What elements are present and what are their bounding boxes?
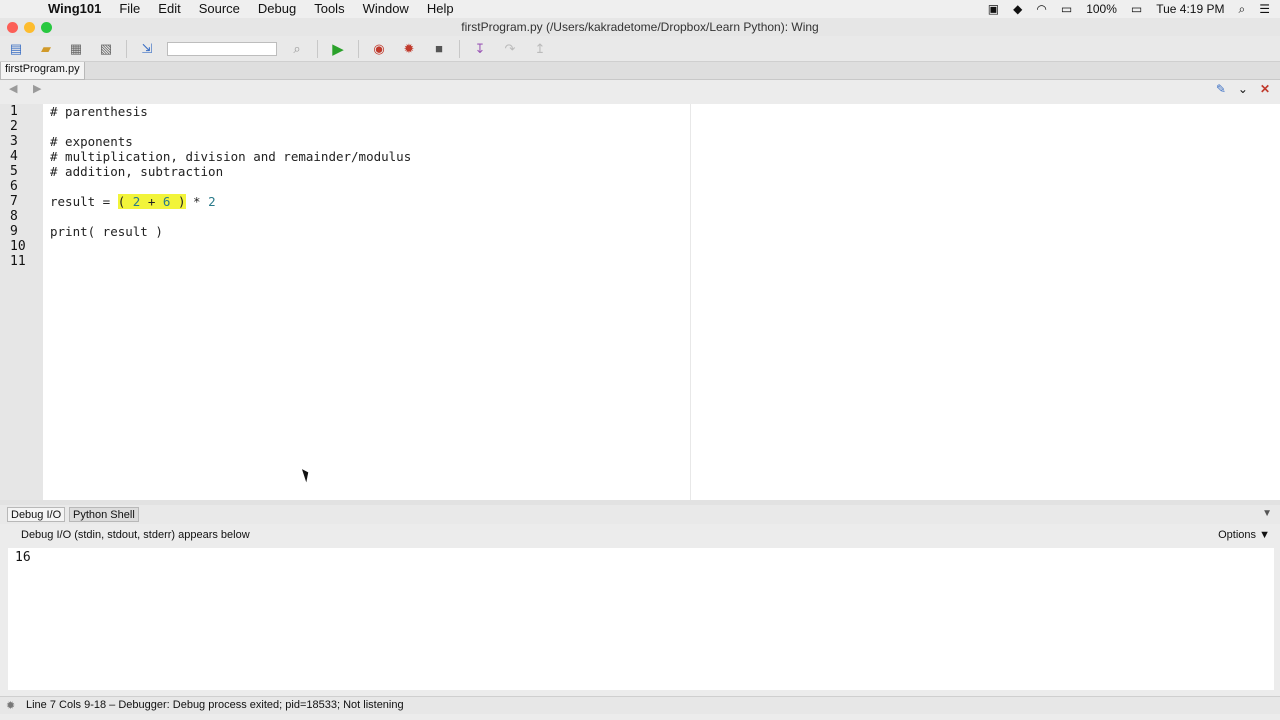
toolbar-separator xyxy=(358,39,359,58)
program-output: 16 xyxy=(15,550,31,565)
mouse-pointer-icon xyxy=(301,467,312,483)
menu-debug[interactable]: Debug xyxy=(249,0,305,18)
save-all-icon[interactable]: ▧ xyxy=(96,39,116,59)
window-titlebar: firstProgram.py (/Users/kakradetome/Drop… xyxy=(0,18,1280,36)
menu-window[interactable]: Window xyxy=(354,0,418,18)
toolbar-separator xyxy=(459,39,460,58)
window-title: firstProgram.py (/Users/kakradetome/Drop… xyxy=(461,20,819,34)
main-toolbar: ▤ ▰ ▦ ▧ ⇲ ⌕ ▶ ◉ ✹ ■ ↧ ↷ ↥ xyxy=(0,36,1280,62)
status-message: Line 7 Cols 9-18 – Debugger: Debug proce… xyxy=(26,699,404,711)
tool-tab-bar: Debug I/O Python Shell ▼ xyxy=(0,505,1280,524)
tab-debug-io[interactable]: Debug I/O xyxy=(7,507,66,522)
code-token: result = xyxy=(50,194,118,209)
back-arrow-icon[interactable]: ◀ xyxy=(9,82,17,95)
options-label: Options xyxy=(1218,529,1257,541)
editor-nav-bar: ◀ ▶ ✎ ⌄ ✕ xyxy=(0,80,1280,100)
tab-python-shell[interactable]: Python Shell xyxy=(69,507,139,522)
system-menubar: Wing101 File Edit Source Debug Tools Win… xyxy=(0,0,1280,18)
display-icon[interactable]: ▭ xyxy=(1061,2,1072,16)
code-token: ) xyxy=(170,194,186,209)
line-number: 2 xyxy=(10,119,18,134)
toolbar-separator xyxy=(317,39,318,58)
toolbar-separator xyxy=(126,39,127,58)
line-number: 3 xyxy=(10,134,18,149)
code-line-4[interactable]: # multiplication, division and remainder… xyxy=(50,149,411,164)
code-token: ( xyxy=(117,194,133,209)
bracket-highlight: ( 2 + 6 ) xyxy=(117,194,186,209)
menu-file[interactable]: File xyxy=(110,0,149,18)
toolbar-search-input[interactable] xyxy=(167,41,277,56)
code-line-3[interactable]: # exponents xyxy=(50,134,133,149)
line-number-gutter: 1 2 3 4 5 6 7 8 9 10 11 xyxy=(0,104,43,500)
editor-tab-bar: firstProgram.py xyxy=(0,62,1280,80)
stop-icon[interactable]: ■ xyxy=(429,39,449,59)
spotlight-icon[interactable]: ⌕ xyxy=(1239,2,1246,17)
battery-percent: 100% xyxy=(1086,2,1117,16)
line-number: 4 xyxy=(10,149,18,164)
menu-app-name[interactable]: Wing101 xyxy=(48,0,110,18)
debug-io-header: Debug I/O (stdin, stdout, stderr) appear… xyxy=(0,524,1280,548)
wifi-icon[interactable]: ◠ xyxy=(1036,2,1046,16)
run-icon[interactable]: ▶ xyxy=(328,39,348,59)
debug-status-icon[interactable]: ✹ xyxy=(6,699,15,712)
open-folder-icon[interactable]: ▰ xyxy=(36,39,56,59)
debug-io-output[interactable]: 16 xyxy=(8,548,1274,690)
code-line-9[interactable]: print( result ) xyxy=(50,224,163,239)
code-token-number: 2 xyxy=(208,194,216,209)
pin-icon[interactable]: ✎ xyxy=(1216,82,1226,96)
save-icon[interactable]: ▦ xyxy=(66,39,86,59)
code-token: * xyxy=(185,194,209,209)
battery-icon[interactable]: ▭ xyxy=(1131,2,1142,16)
line-number: 6 xyxy=(10,179,18,194)
tab-firstprogram[interactable]: firstProgram.py xyxy=(0,62,85,80)
code-line-7[interactable]: result = ( 2 + 6 ) * 2 xyxy=(50,194,216,209)
new-file-icon[interactable]: ▤ xyxy=(6,39,26,59)
close-icon[interactable]: ✕ xyxy=(1260,82,1270,96)
clock[interactable]: Tue 4:19 PM xyxy=(1156,2,1224,16)
options-menu[interactable]: Options ▼ xyxy=(1218,529,1270,541)
line-number: 11 xyxy=(10,254,26,269)
step-into-icon[interactable]: ↧ xyxy=(470,39,490,59)
code-line-1[interactable]: # parenthesis xyxy=(50,104,148,119)
debug-bug-icon[interactable]: ✹ xyxy=(399,39,419,59)
line-number: 10 xyxy=(10,239,26,254)
line-number: 5 xyxy=(10,164,18,179)
code-editor[interactable]: 1 2 3 4 5 6 7 8 9 10 11 # parenthesis # … xyxy=(0,104,1280,500)
search-icon[interactable]: ⌕ xyxy=(287,39,307,59)
forward-arrow-icon[interactable]: ▶ xyxy=(33,82,41,95)
step-out-icon[interactable]: ↥ xyxy=(530,39,550,59)
menu-edit[interactable]: Edit xyxy=(149,0,189,18)
status-menu-area: ▣ ◆ ◠ ▭ 100% ▭ Tue 4:19 PM ⌕ ☰ xyxy=(988,2,1280,17)
dropbox-icon[interactable]: ◆ xyxy=(1013,2,1022,16)
chevron-down-icon[interactable]: ▼ xyxy=(1262,508,1272,519)
line-number: 9 xyxy=(10,224,18,239)
status-bar: ✹ Line 7 Cols 9-18 – Debugger: Debug pro… xyxy=(0,696,1280,714)
menu-tools[interactable]: Tools xyxy=(305,0,353,18)
breakpoint-icon[interactable]: ◉ xyxy=(369,39,389,59)
notification-center-icon[interactable]: ☰ xyxy=(1259,2,1270,16)
step-over-icon[interactable]: ↷ xyxy=(500,39,520,59)
debug-io-description: Debug I/O (stdin, stdout, stderr) appear… xyxy=(21,529,250,541)
menu-help[interactable]: Help xyxy=(418,0,463,18)
find-symbol-icon[interactable]: ⇲ xyxy=(137,39,157,59)
right-margin-guide xyxy=(690,104,691,500)
camera-icon[interactable]: ▣ xyxy=(988,2,999,16)
line-number: 1 xyxy=(10,104,18,119)
code-line-5[interactable]: # addition, subtraction xyxy=(50,164,223,179)
editor-options: ✎ ⌄ ✕ xyxy=(1216,82,1270,96)
chevron-down-icon[interactable]: ⌄ xyxy=(1238,82,1248,96)
line-number: 7 xyxy=(10,194,18,209)
line-number: 8 xyxy=(10,209,18,224)
code-token: + xyxy=(140,194,163,209)
menu-source[interactable]: Source xyxy=(190,0,249,18)
